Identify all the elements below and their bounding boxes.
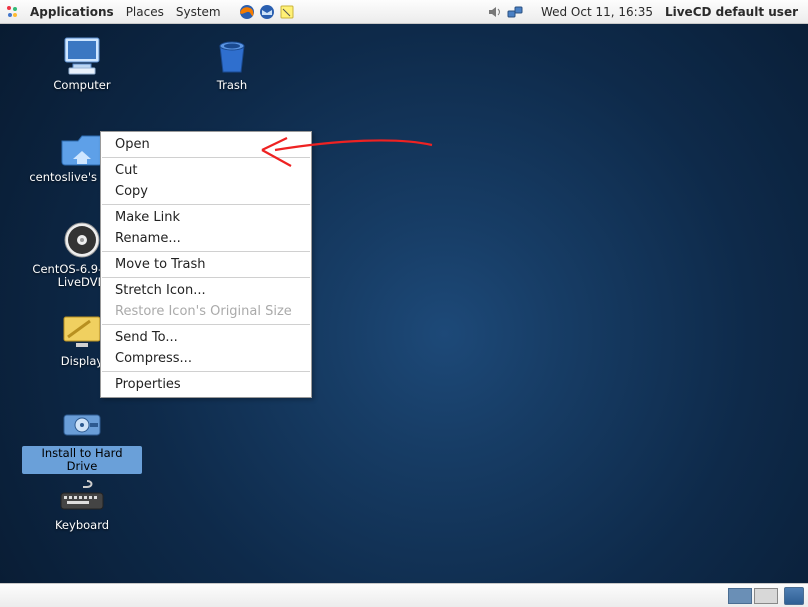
ctx-open[interactable]: Open (101, 134, 311, 155)
ctx-compress[interactable]: Compress... (101, 348, 311, 369)
system-menu[interactable]: System (170, 5, 227, 19)
volume-icon[interactable] (485, 4, 505, 20)
context-menu: Open Cut Copy Make Link Rename... Move t… (100, 131, 312, 398)
ctx-send-to[interactable]: Send To... (101, 327, 311, 348)
folder-home-icon (58, 128, 106, 168)
harddrive-icon (58, 404, 106, 444)
desktop-icon-label: Keyboard (52, 518, 112, 533)
trash-icon (208, 36, 256, 76)
workspace-1[interactable] (728, 588, 752, 604)
ctx-separator (102, 277, 310, 278)
bottom-panel (0, 583, 808, 607)
gnome-menu-icon (4, 4, 20, 20)
ctx-separator (102, 157, 310, 158)
notes-launcher-icon[interactable] (277, 4, 297, 20)
desktop-icon-computer[interactable]: Computer (22, 36, 142, 108)
workspace-2[interactable] (754, 588, 778, 604)
desktop-icon-label: Computer (50, 78, 113, 93)
desktop-icon-label: Trash (214, 78, 250, 93)
ctx-move-to-trash[interactable]: Move to Trash (101, 254, 311, 275)
ctx-separator (102, 204, 310, 205)
ctx-restore-icon: Restore Icon's Original Size (101, 301, 311, 322)
ctx-separator (102, 371, 310, 372)
user-menu[interactable]: LiveCD default user (659, 5, 804, 19)
network-icon[interactable] (505, 4, 525, 20)
places-menu[interactable]: Places (120, 5, 170, 19)
top-panel: Applications Places System Wed Oct 11, 1… (0, 0, 808, 24)
firefox-launcher-icon[interactable] (237, 4, 257, 20)
thunderbird-launcher-icon[interactable] (257, 4, 277, 20)
computer-icon (58, 36, 106, 76)
ctx-properties[interactable]: Properties (101, 374, 311, 395)
ctx-separator (102, 324, 310, 325)
keyboard-icon (58, 476, 106, 516)
ctx-cut[interactable]: Cut (101, 160, 311, 181)
ctx-make-link[interactable]: Make Link (101, 207, 311, 228)
ctx-rename[interactable]: Rename... (101, 228, 311, 249)
applications-menu[interactable]: Applications (24, 5, 120, 19)
desktop-icon-keyboard[interactable]: Keyboard (22, 476, 142, 548)
show-desktop-button[interactable] (784, 587, 804, 605)
ctx-stretch-icon[interactable]: Stretch Icon... (101, 280, 311, 301)
workspace-switcher[interactable] (728, 588, 778, 604)
desktop-icon-label: Install to Hard Drive (22, 446, 142, 474)
ctx-separator (102, 251, 310, 252)
disc-icon (58, 220, 106, 260)
display-icon (58, 312, 106, 352)
clock[interactable]: Wed Oct 11, 16:35 (535, 5, 659, 19)
desktop-icon-label: Display (58, 354, 106, 369)
ctx-copy[interactable]: Copy (101, 181, 311, 202)
desktop-icon-trash[interactable]: Trash (172, 36, 292, 108)
desktop-icon-install[interactable]: Install to Hard Drive (22, 404, 142, 476)
